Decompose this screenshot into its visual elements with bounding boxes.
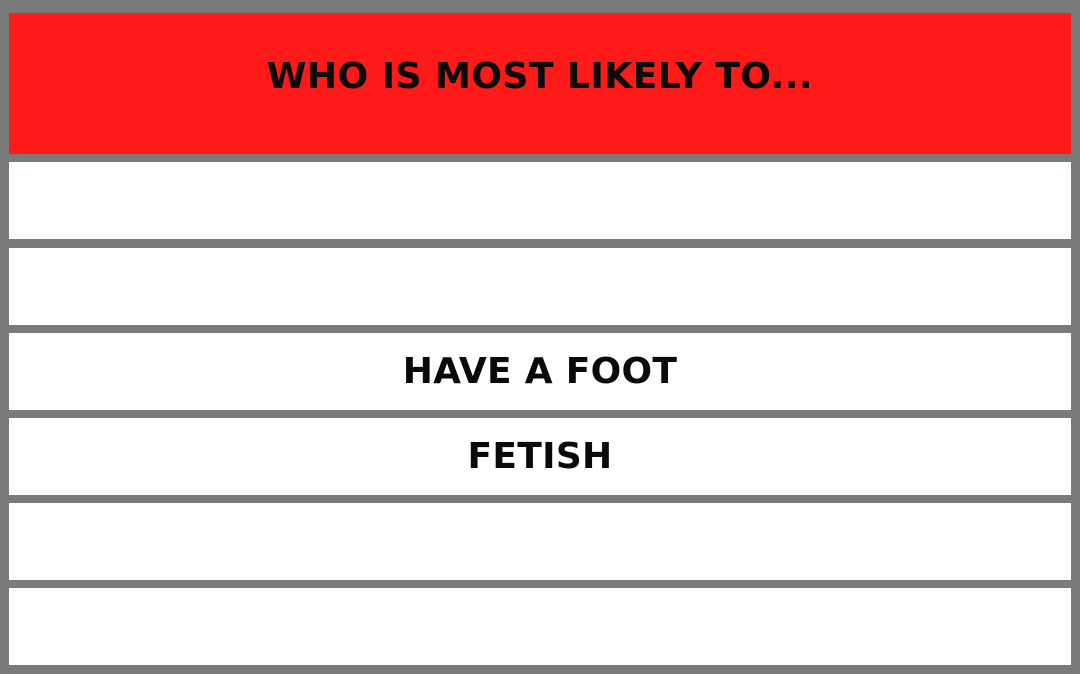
row-text: FETISH xyxy=(467,436,613,477)
text-row-5 xyxy=(9,503,1071,580)
row-text: HAVE A FOOT xyxy=(402,351,678,392)
text-row-3: HAVE A FOOT xyxy=(9,333,1071,410)
text-row-4: FETISH xyxy=(9,418,1071,495)
text-row-1 xyxy=(9,162,1071,239)
header-banner: WHO IS MOST LIKELY TO... xyxy=(9,13,1071,154)
card: WHO IS MOST LIKELY TO... HAVE A FOOT FET… xyxy=(0,0,1080,674)
text-row-6 xyxy=(9,588,1071,665)
header-title: WHO IS MOST LIKELY TO... xyxy=(266,56,814,97)
text-row-2 xyxy=(9,248,1071,325)
